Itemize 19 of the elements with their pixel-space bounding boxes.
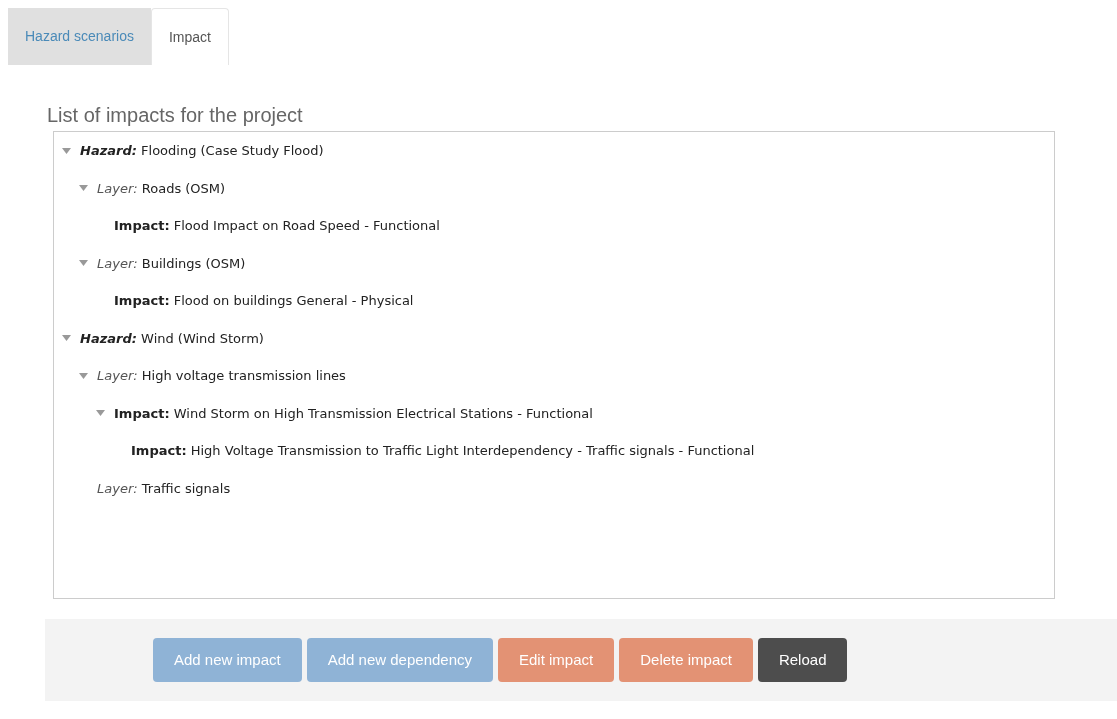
tree-item[interactable]: Layer: Buildings (OSM) xyxy=(97,253,246,273)
caret-down-icon[interactable] xyxy=(96,410,105,417)
caret-down-icon[interactable] xyxy=(79,260,88,267)
section-title: List of impacts for the project xyxy=(47,103,304,128)
caret-down-icon[interactable] xyxy=(62,335,71,342)
tree-item[interactable]: Impact: High Voltage Transmission to Traffic Light Interdependency - Traffic signals - Functional xyxy=(131,441,755,461)
tree-item[interactable]: Impact: Wind Storm on High Transmission Electrical Stations - Functional xyxy=(114,403,593,423)
tree-item[interactable]: Layer: High voltage transmission lines xyxy=(97,366,346,386)
tree-item[interactable]: Layer: Roads (OSM) xyxy=(97,178,226,198)
tree-item[interactable]: Layer: Traffic signals xyxy=(97,478,231,498)
tree-item[interactable]: Impact: Flood on buildings General - Physical xyxy=(114,291,414,311)
tab[interactable]: Impact xyxy=(150,8,229,65)
tree-item[interactable]: Hazard: Flooding (Case Study Flood) xyxy=(80,141,324,161)
caret-down-icon[interactable] xyxy=(79,372,88,379)
caret-down-icon[interactable] xyxy=(62,147,71,154)
caret-down-icon[interactable] xyxy=(79,185,88,192)
action-button[interactable]: Reload xyxy=(757,638,848,682)
tree-item[interactable]: Impact: Flood Impact on Road Speed - Functional xyxy=(114,216,440,236)
tree-item[interactable]: Hazard: Wind (Wind Storm) xyxy=(80,328,264,348)
